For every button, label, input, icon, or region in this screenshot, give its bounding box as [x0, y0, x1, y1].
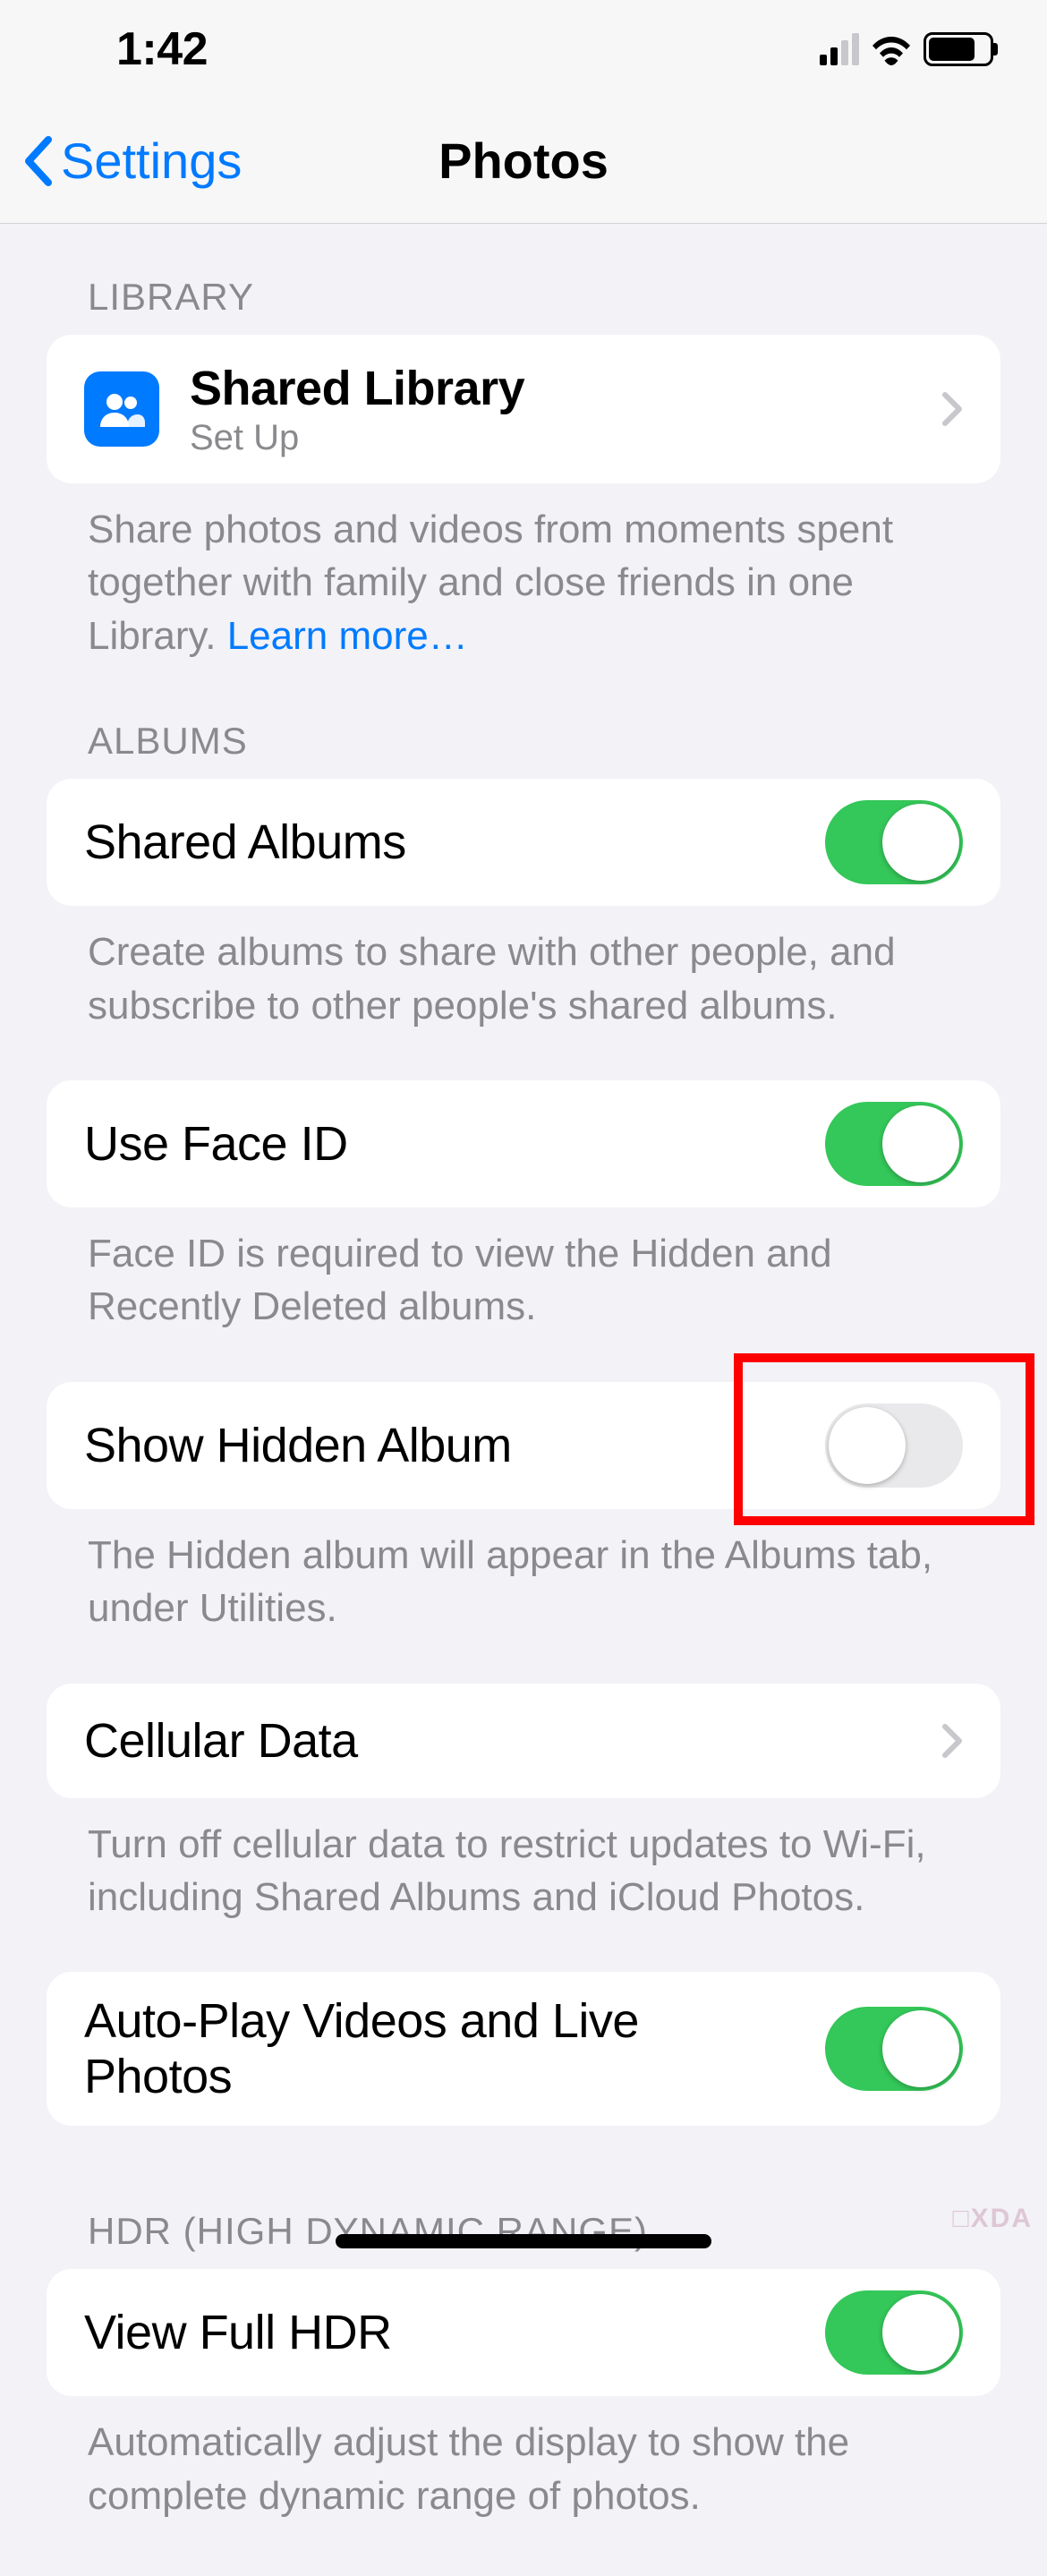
group-hdr: View Full HDR: [47, 2269, 1000, 2396]
shared-library-subtitle: Set Up: [190, 418, 911, 458]
shared-library-footer: Share photos and videos from moments spe…: [47, 483, 1000, 662]
row-cellular-data[interactable]: Cellular Data: [47, 1684, 1000, 1798]
back-button[interactable]: Settings: [21, 132, 242, 190]
group-face-id: Use Face ID: [47, 1080, 1000, 1207]
group-shared-albums: Shared Albums: [47, 779, 1000, 906]
row-shared-albums: Shared Albums: [47, 779, 1000, 906]
autoplay-toggle[interactable]: [825, 2007, 963, 2091]
show-hidden-title: Show Hidden Album: [84, 1418, 795, 1473]
use-face-id-footer: Face ID is required to view the Hidden a…: [47, 1207, 1000, 1334]
group-show-hidden: Show Hidden Album: [47, 1382, 1000, 1509]
section-header-library: LIBRARY: [47, 224, 1000, 335]
shared-albums-footer: Create albums to share with other people…: [47, 906, 1000, 1032]
page-title: Photos: [438, 132, 609, 190]
nav-bar: Settings Photos: [0, 98, 1047, 224]
row-show-hidden-album: Show Hidden Album: [47, 1382, 1000, 1509]
view-full-hdr-title: View Full HDR: [84, 2305, 795, 2360]
show-hidden-footer: The Hidden album will appear in the Albu…: [47, 1509, 1000, 1635]
status-bar: 1:42: [0, 0, 1047, 98]
row-autoplay: Auto-Play Videos and Live Photos: [47, 1972, 1000, 2126]
cellular-signal-icon: [820, 33, 859, 65]
group-autoplay: Auto-Play Videos and Live Photos: [47, 1972, 1000, 2126]
view-full-hdr-toggle[interactable]: [825, 2290, 963, 2375]
chevron-right-icon: [941, 1723, 963, 1759]
cellular-title: Cellular Data: [84, 1713, 911, 1769]
row-shared-library[interactable]: Shared Library Set Up: [47, 335, 1000, 483]
back-label: Settings: [61, 132, 242, 190]
status-time: 1:42: [116, 22, 208, 76]
show-hidden-toggle[interactable]: [825, 1403, 963, 1488]
use-face-id-title: Use Face ID: [84, 1116, 795, 1172]
chevron-left-icon: [21, 136, 55, 186]
autoplay-title: Auto-Play Videos and Live Photos: [84, 1993, 795, 2104]
shared-library-title: Shared Library: [190, 361, 911, 416]
status-indicators: [820, 32, 993, 66]
row-use-face-id: Use Face ID: [47, 1080, 1000, 1207]
home-indicator[interactable]: [336, 2234, 711, 2248]
group-cellular: Cellular Data: [47, 1684, 1000, 1798]
people-icon: [84, 371, 159, 447]
hdr-footer: Automatically adjust the display to show…: [47, 2396, 1000, 2522]
content: LIBRARY Shared Library Set Up Share phot…: [0, 224, 1047, 2576]
battery-icon: [924, 32, 993, 66]
group-library: Shared Library Set Up: [47, 335, 1000, 483]
chevron-right-icon: [941, 391, 963, 427]
section-header-albums: ALBUMS: [47, 662, 1000, 779]
cellular-footer: Turn off cellular data to restrict updat…: [47, 1798, 1000, 1924]
watermark: □XDA: [953, 2204, 1033, 2234]
wifi-icon: [872, 33, 911, 65]
use-face-id-toggle[interactable]: [825, 1102, 963, 1186]
learn-more-link[interactable]: Learn more…: [227, 614, 468, 658]
shared-albums-toggle[interactable]: [825, 800, 963, 884]
shared-albums-title: Shared Albums: [84, 815, 795, 870]
row-view-full-hdr: View Full HDR: [47, 2269, 1000, 2396]
